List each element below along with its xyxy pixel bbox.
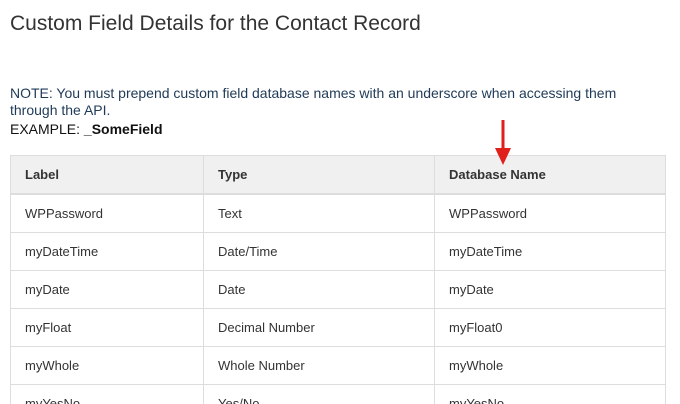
cell-type: Date/Time bbox=[203, 232, 435, 271]
cell-type: Decimal Number bbox=[203, 308, 435, 347]
cell-database-name: myDate bbox=[434, 270, 666, 309]
cell-label: myYesNo bbox=[10, 384, 204, 404]
cell-type: Date bbox=[203, 270, 435, 309]
table-row: myYesNo Yes/No myYesNo bbox=[10, 384, 666, 404]
example-line: EXAMPLE: _SomeField bbox=[10, 121, 163, 138]
down-arrow-icon bbox=[495, 120, 511, 165]
table-row: myWhole Whole Number myWhole bbox=[10, 346, 666, 385]
table-row: myDateTime Date/Time myDateTime bbox=[10, 232, 666, 271]
cell-label: WPPassword bbox=[10, 193, 204, 233]
cell-database-name: myFloat0 bbox=[434, 308, 666, 347]
cell-label: myDate bbox=[10, 270, 204, 309]
example-value: _SomeField bbox=[83, 121, 163, 137]
cell-database-name: WPPassword bbox=[434, 193, 666, 233]
cell-database-name: myYesNo bbox=[434, 384, 666, 404]
cell-database-name: myDateTime bbox=[434, 232, 666, 271]
cell-database-name: myWhole bbox=[434, 346, 666, 385]
cell-type: Text bbox=[203, 193, 435, 233]
column-header-database-name: Database Name bbox=[434, 155, 666, 195]
table-row: WPPassword Text WPPassword bbox=[10, 193, 666, 233]
page-title: Custom Field Details for the Contact Rec… bbox=[10, 12, 421, 35]
table-row: myFloat Decimal Number myFloat0 bbox=[10, 308, 666, 347]
cell-label: myFloat bbox=[10, 308, 204, 347]
column-header-label: Label bbox=[10, 155, 204, 195]
cell-label: myDateTime bbox=[10, 232, 204, 271]
table-header-row: Label Type Database Name bbox=[10, 155, 666, 195]
cell-type: Whole Number bbox=[203, 346, 435, 385]
cell-type: Yes/No bbox=[203, 384, 435, 404]
column-header-type: Type bbox=[203, 155, 435, 195]
custom-field-details-page: Custom Field Details for the Contact Rec… bbox=[0, 0, 680, 404]
cell-label: myWhole bbox=[10, 346, 204, 385]
arrow-head bbox=[495, 148, 511, 165]
example-label: EXAMPLE: bbox=[10, 121, 84, 137]
table-row: myDate Date myDate bbox=[10, 270, 666, 309]
api-note: NOTE: You must prepend custom field data… bbox=[10, 85, 617, 118]
custom-fields-table: Label Type Database Name WPPassword Text… bbox=[10, 155, 666, 404]
